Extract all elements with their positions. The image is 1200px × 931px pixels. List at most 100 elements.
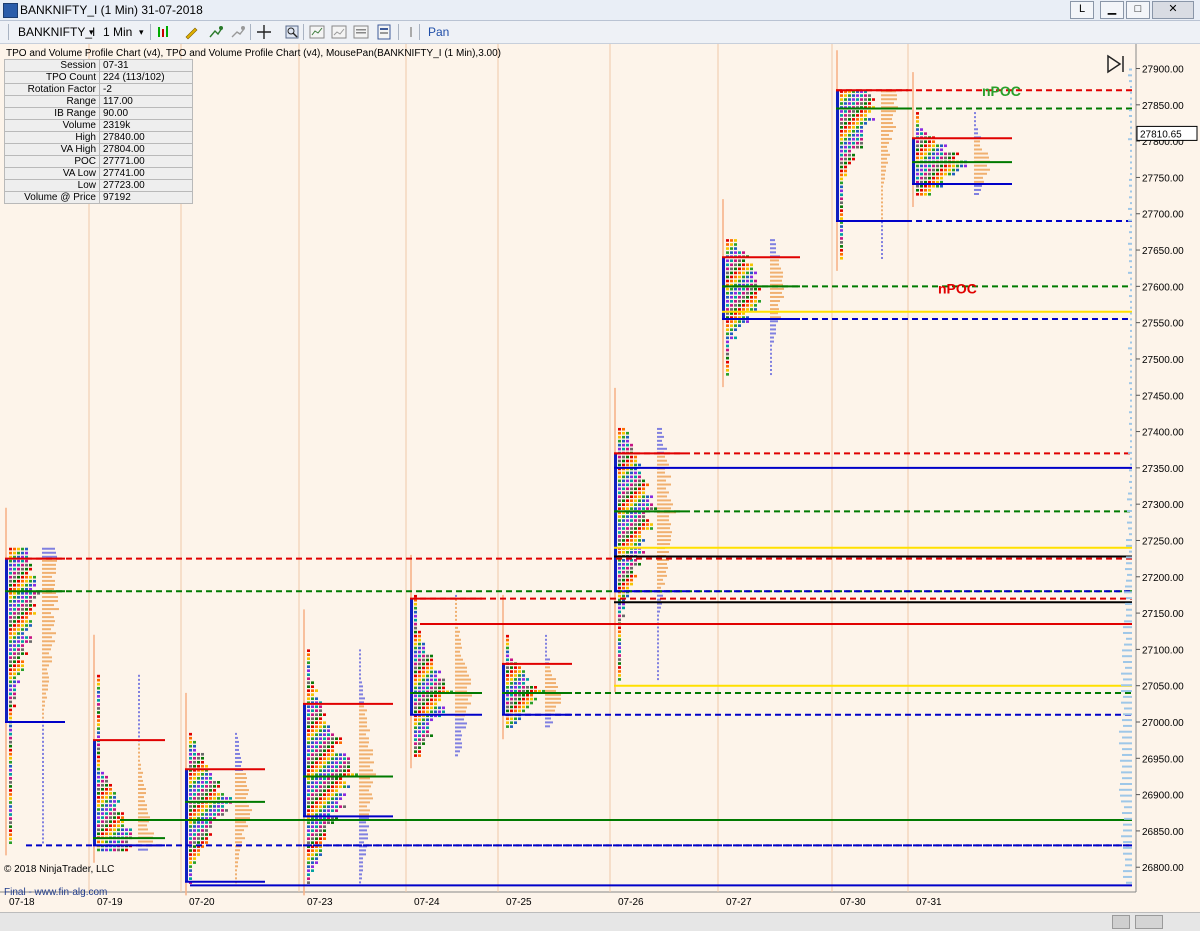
bar-style-icon[interactable] (156, 24, 172, 40)
volume-bar (138, 715, 140, 718)
mode-pan-label[interactable]: Pan (428, 24, 449, 40)
tpo-block (734, 259, 737, 263)
tpo-block (327, 809, 330, 812)
tpo-block (213, 797, 216, 800)
y-tick-label: 27750.00 (1142, 173, 1184, 184)
tpo-block (205, 785, 208, 788)
minimize-button[interactable]: ▁ (1100, 1, 1124, 19)
tpo-block (418, 698, 421, 702)
volume-bar (657, 634, 659, 637)
volume-bar (657, 646, 659, 649)
tpo-block (734, 328, 737, 332)
chevron-down-icon[interactable]: ▾ (139, 24, 144, 40)
scroll-thumb-right[interactable] (1135, 915, 1163, 929)
tpo-block (630, 471, 633, 475)
data-box-icon[interactable] (376, 24, 392, 40)
strategy-icon[interactable] (230, 24, 246, 40)
tpo-block (864, 114, 867, 117)
tpo-block (193, 744, 196, 748)
ib-bar (93, 740, 96, 846)
tpo-block (618, 527, 621, 530)
volume-bar (770, 308, 779, 311)
tpo-block (189, 813, 192, 816)
tpo-block (9, 688, 12, 692)
tpo-block (17, 636, 20, 639)
link-button[interactable]: L (1070, 1, 1094, 19)
tpo-block (189, 829, 192, 832)
tpo-block (105, 808, 108, 811)
tpo-block (630, 535, 633, 538)
tpo-block (109, 824, 112, 827)
data-series-icon[interactable] (331, 24, 347, 40)
tpo-block (840, 225, 843, 228)
tpo-block (197, 829, 200, 832)
maximize-button[interactable]: □ (1126, 1, 1150, 19)
tpo-block (622, 443, 625, 447)
tpo-block (916, 188, 919, 192)
volume-bar (235, 785, 247, 788)
tpo-block (952, 156, 955, 160)
tpo-block (319, 761, 322, 764)
tpo-block (856, 137, 859, 141)
composite-volume-bar (1130, 405, 1132, 408)
volume-bar (42, 600, 58, 603)
tpo-block (848, 118, 851, 121)
tpo-block (335, 809, 338, 812)
templates-icon[interactable] (353, 24, 369, 40)
tpo-block (856, 133, 859, 137)
chevron-down-icon[interactable]: ▾ (89, 24, 94, 40)
tpo-block (193, 821, 196, 824)
tpo-block (319, 757, 322, 760)
tpo-block (331, 801, 334, 804)
tpo-block (852, 137, 855, 141)
add-indicator-icon[interactable] (208, 24, 224, 40)
composite-volume-bar (1121, 690, 1132, 693)
tpo-block (311, 821, 314, 824)
tpo-block (9, 813, 12, 816)
tpo-block (193, 861, 196, 864)
chart-properties-icon[interactable] (309, 24, 325, 40)
tpo-block (634, 463, 637, 467)
pencil-icon[interactable] (183, 24, 199, 40)
volume-bar (657, 483, 671, 486)
crosshair-icon[interactable] (256, 24, 272, 40)
tpo-block (932, 156, 935, 160)
tpo-block (335, 797, 338, 800)
tpo-block (17, 583, 20, 587)
tpo-block (622, 491, 625, 495)
footer-link[interactable]: Final - www.fin-alg.com (4, 887, 107, 898)
ib-bar (185, 769, 188, 882)
volume-bar (974, 152, 988, 155)
chart-panel[interactable]: 27900.00 27850.00 27800.00 27750.00 27700.00… (0, 44, 1200, 912)
tpo-block (319, 705, 322, 708)
tpo-block (734, 324, 737, 327)
tpo-block (928, 140, 931, 144)
tpo-block (197, 756, 200, 760)
tpo-block (9, 652, 12, 655)
horizontal-scrollbar[interactable] (0, 912, 1200, 931)
volume-bar (138, 824, 147, 827)
volume-bar (770, 291, 782, 294)
tpo-block (916, 144, 919, 148)
scroll-thumb[interactable] (1112, 915, 1130, 929)
tpo-block (634, 483, 637, 487)
tpo-block (730, 320, 733, 323)
volume-bar (770, 267, 781, 270)
tpo-block (315, 833, 318, 836)
tpo-block (205, 789, 208, 792)
volume-bar (42, 640, 55, 643)
current-price-label: 27810.65 (1140, 129, 1182, 140)
tpo-block (920, 184, 923, 188)
volume-bar (359, 877, 362, 880)
tpo-block (343, 793, 346, 796)
drag-handle-icon[interactable] (404, 24, 420, 40)
instrument-selector[interactable]: BANKNIFTY_I (18, 24, 95, 40)
volume-bar (455, 646, 462, 649)
tpo-block (738, 304, 741, 307)
interval-selector[interactable]: 1 Min (103, 24, 132, 40)
close-button[interactable]: ✕ (1152, 1, 1194, 19)
zoom-icon[interactable] (284, 24, 300, 40)
tpo-block (9, 547, 12, 551)
volume-bar (235, 732, 237, 735)
tpo-block (125, 832, 128, 836)
